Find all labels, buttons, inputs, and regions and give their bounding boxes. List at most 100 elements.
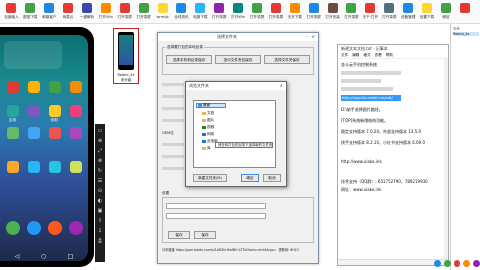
taskbar-shortcut[interactable]: 天干·打开 [361, 0, 380, 24]
toolbar-icon[interactable]: ⊗ [97, 158, 103, 164]
taskbar-shortcut[interactable]: 打开录屏 [248, 0, 267, 24]
phone-app[interactable] [6, 161, 19, 174]
taskbar-shortcut[interactable]: 打开录屏 [115, 0, 134, 24]
notepad-selected-link[interactable]: http://vpsdio.xiake.ink/xdt/ [341, 95, 401, 101]
taskbar-shortcut[interactable]: 天天下载 [285, 0, 304, 24]
taskbar-shortcut[interactable] [455, 0, 474, 24]
new-folder-button[interactable]: 新建文件夹(M) [193, 174, 227, 182]
tray-icon[interactable] [434, 260, 441, 267]
phone-app[interactable] [27, 105, 40, 123]
toolbar-icon[interactable]: ▭ [97, 128, 103, 134]
tray-icon[interactable] [453, 260, 461, 267]
taskbar-shortcut[interactable]: 图赏下载 [21, 0, 40, 24]
taskbar-shortcut[interactable]: 打开录屏 [134, 0, 153, 24]
settings-field-2[interactable] [166, 213, 266, 219]
close-icon[interactable]: × [312, 33, 315, 41]
cancel-button[interactable]: 取消 [263, 174, 281, 182]
taskbar-shortcut[interactable]: 打开录屏 [380, 0, 399, 24]
notepad-scrollbar[interactable] [444, 59, 448, 259]
phone-nav-icon[interactable]: ◁ [15, 253, 20, 260]
taskbar-shortcut[interactable]: 一键解析 [78, 0, 97, 24]
toolbar-icon[interactable]: ⇪ [97, 218, 103, 224]
phone-nav-icon[interactable]: □ [68, 253, 74, 260]
taskbar-shortcut[interactable]: 打开录屏 [342, 0, 361, 24]
notepad-menu-item[interactable]: 编辑 [352, 53, 359, 58]
taskbar-shortcut[interactable]: 微信 [436, 0, 455, 24]
toolbar-icon[interactable]: ⇩ [97, 228, 103, 234]
toolbar-icon[interactable]: ⊕ [97, 138, 103, 144]
tray-icon[interactable] [463, 260, 471, 267]
phone-app[interactable]: 相机 [48, 105, 61, 123]
toolbar-icon[interactable]: ⎙ [97, 238, 103, 244]
phone-app[interactable] [48, 161, 61, 174]
share-link-status[interactable]: 分享链接 https://pan.baidu.com/s/1bRZhLRwfBH… [162, 247, 314, 252]
app-shortcut-bar: 百度输入 图赏下载 邮箱客户 网易云 一键解析 打开Win 打开录屏 打开录屏 wrmqk 全球资… [0, 0, 480, 24]
select-folder-save-button[interactable]: 选择文件夹保存 [264, 55, 310, 64]
close-icon[interactable]: × [280, 82, 283, 90]
explorer-header[interactable]: 名称 [453, 26, 479, 30]
tree-item-desktop[interactable]: 桌面 [198, 103, 210, 108]
taskbar-shortcut[interactable]: 设备管理 [399, 0, 418, 24]
save-button-left[interactable]: 保存 [168, 231, 190, 239]
ok-button[interactable]: 确定 [241, 174, 259, 182]
taskbar-shortcut[interactable]: 打开Win [229, 0, 248, 24]
taskbar-shortcut[interactable]: 打开录屏 [304, 0, 323, 24]
toolbar-icon[interactable]: ⊙ [97, 188, 103, 194]
phone-screen[interactable]: 应用 相机 ◁ ○ □ [0, 35, 88, 261]
phone-app[interactable] [27, 81, 40, 94]
taskbar-shortcut[interactable]: 打开Win [96, 0, 115, 24]
phone-nav-icon[interactable]: ○ [41, 253, 46, 260]
taskbar-shortcut[interactable]: 百度输入 [2, 0, 21, 24]
minimize-icon[interactable]: – [306, 33, 308, 41]
phone-mirror[interactable]: 应用 相机 ◁ ○ □ [0, 27, 94, 267]
notepad-menu-item[interactable]: 格式 [363, 53, 370, 58]
taskbar-shortcut[interactable]: 邮箱客户 [40, 0, 59, 24]
dock-app-icon[interactable] [26, 221, 41, 235]
taskbar-shortcut[interactable]: 设置下载 [418, 0, 437, 24]
phone-app[interactable] [27, 127, 40, 140]
notepad-menu-item[interactable]: 帮助 [386, 53, 393, 58]
notepad-menu-item[interactable]: 查看 [375, 53, 382, 58]
taskbar-shortcut[interactable]: 打开录屏 [266, 0, 285, 24]
folder-tree[interactable]: 桌面 文档 图片 视频 网络 此电脑 库 [193, 100, 276, 168]
tree-item-library[interactable]: 库 [202, 146, 211, 151]
phone-app[interactable]: 应用 [6, 105, 19, 123]
explorer-row[interactable]: Redmi_4x [453, 32, 479, 36]
taskbar-shortcut[interactable]: 打开安装 [323, 0, 342, 24]
phone-app[interactable] [6, 81, 19, 94]
tree-item-documents[interactable]: 文档 [202, 111, 214, 116]
phone-app[interactable] [48, 81, 61, 94]
taskbar-shortcut[interactable]: wrmqk [153, 0, 172, 24]
app-icon [6, 127, 19, 139]
phone-app[interactable] [69, 81, 82, 94]
phone-app[interactable] [69, 161, 82, 174]
toolbar-icon[interactable]: ↻ [97, 168, 103, 174]
select-phone-dir-button[interactable]: 选择手机和目录保存 [166, 55, 212, 64]
phone-app[interactable] [69, 105, 82, 123]
select-folder-pack-button[interactable]: 选中文件夹包保存 [215, 55, 261, 64]
tray-icon[interactable] [443, 260, 451, 267]
dock-app-icon[interactable] [5, 221, 20, 235]
taskbar-shortcut[interactable]: 打开录屏 [210, 0, 229, 24]
toolbar-icon[interactable]: ▣ [97, 208, 103, 214]
toolbar-icon[interactable]: ☰ [97, 178, 103, 184]
phone-app[interactable] [6, 127, 19, 140]
toolbar-icon[interactable]: ◐ [97, 198, 103, 204]
tree-item-pictures[interactable]: 图片 [202, 118, 214, 123]
taskbar-shortcut[interactable]: 电报下载 [191, 0, 210, 24]
phone-app[interactable] [27, 161, 40, 174]
tree-item-network[interactable]: 网络 [202, 132, 214, 137]
phone-app[interactable] [69, 127, 82, 140]
taskbar-shortcut[interactable]: 网易云 [59, 0, 78, 24]
dock-app-icon[interactable] [47, 221, 62, 235]
save-button-right[interactable]: 保存 [194, 231, 216, 239]
notepad-menu-item[interactable]: 文件 [341, 53, 348, 58]
device-thumbnail[interactable]: Redmi_4x 未分组 [113, 28, 139, 84]
settings-field-1[interactable] [166, 203, 266, 209]
dock-app-icon[interactable] [68, 221, 83, 235]
phone-app[interactable] [48, 127, 61, 140]
toolbar-icon[interactable]: ⤢ [97, 148, 103, 154]
taskbar-shortcut[interactable]: 全球资讯 [172, 0, 191, 24]
tree-item-videos[interactable]: 视频 [202, 125, 214, 130]
tray-icon[interactable] [473, 260, 480, 267]
